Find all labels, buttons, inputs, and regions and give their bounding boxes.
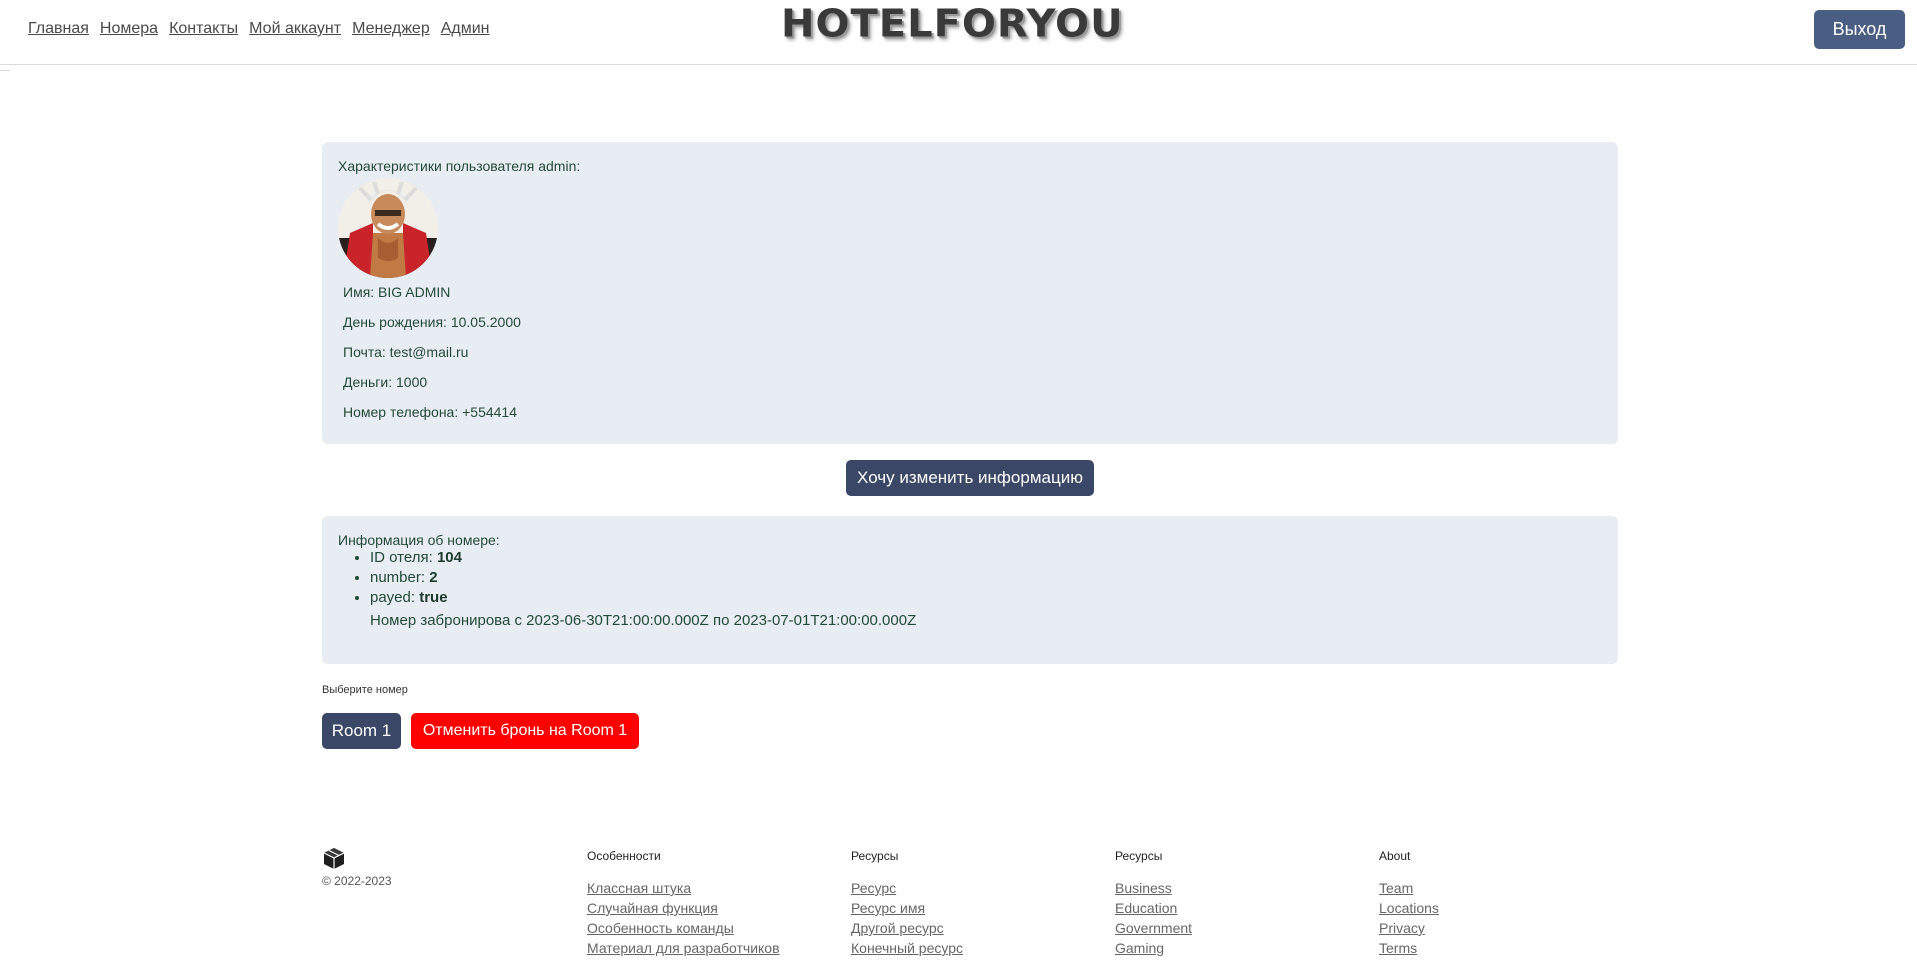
footer-column-about: About Team Locations Privacy Terms xyxy=(1379,849,1599,959)
room-number-label: number: xyxy=(370,569,430,586)
list-item: ID отеля: 104 xyxy=(370,548,462,568)
room-select-button[interactable]: Room 1 xyxy=(322,713,401,749)
room-info-list: ID отеля: 104 number: 2 payed: true xyxy=(338,548,462,608)
room-info-title: Информация об номере: xyxy=(338,532,500,548)
cancel-booking-button[interactable]: Отменить бронь на Room 1 xyxy=(411,713,639,749)
footer-link[interactable]: Team xyxy=(1379,879,1599,899)
nav-link-admin[interactable]: Админ xyxy=(441,20,490,38)
room-number-value: 2 xyxy=(429,569,438,586)
footer-link[interactable]: Gaming xyxy=(1115,939,1335,959)
footer-column-title: Ресурсы xyxy=(1115,849,1163,863)
top-header: Главная Номера Контакты Мой аккаунт Мене… xyxy=(0,0,1917,65)
user-phone: Номер телефона: +554414 xyxy=(343,404,518,420)
nav-link-home[interactable]: Главная xyxy=(28,20,89,38)
user-fields: Имя: BIG ADMIN День рождения: 10.05.2000… xyxy=(343,284,521,434)
footer-link[interactable]: Ресурс xyxy=(851,879,1071,899)
nav-link-manager[interactable]: Менеджер xyxy=(352,20,430,38)
cube-icon[interactable] xyxy=(322,846,346,875)
list-item: number: 2 xyxy=(370,568,462,588)
user-info-panel: Характеристики пользователя admin: Имя: … xyxy=(322,142,1618,444)
logout-button[interactable]: Выход xyxy=(1814,10,1905,49)
user-info-title: Характеристики пользователя admin: xyxy=(338,158,581,174)
room-payed-label: payed: xyxy=(370,589,420,606)
choose-room-label: Выберите номер xyxy=(322,684,408,696)
room-info-panel: Информация об номере: ID отеля: 104 numb… xyxy=(322,516,1618,664)
footer-link[interactable]: Locations xyxy=(1379,899,1599,919)
avatar-image xyxy=(338,178,438,278)
user-email: Почта: test@mail.ru xyxy=(343,344,469,360)
main-nav: Главная Номера Контакты Мой аккаунт Мене… xyxy=(28,20,490,38)
footer-link[interactable]: Ресурс имя xyxy=(851,899,1071,919)
header-divider xyxy=(0,70,10,71)
footer-column-title: Ресурсы xyxy=(851,849,899,863)
footer-column-resources-2: Ресурсы Business Education Government Ga… xyxy=(1115,849,1335,959)
nav-link-contacts[interactable]: Контакты xyxy=(169,20,238,38)
list-item: payed: true xyxy=(370,588,462,608)
footer-link[interactable]: Privacy xyxy=(1379,919,1599,939)
footer-link[interactable]: Terms xyxy=(1379,939,1599,959)
avatar xyxy=(338,178,438,278)
footer-link[interactable]: Конечный ресурс xyxy=(851,939,1071,959)
footer-link[interactable]: Другой ресурс xyxy=(851,919,1071,939)
room-hotel-id-label: ID отеля: xyxy=(370,549,437,566)
nav-link-rooms[interactable]: Номера xyxy=(100,20,158,38)
booking-dates: Номер забронирова с 2023-06-30T21:00:00.… xyxy=(370,612,917,629)
user-money: Деньги: 1000 xyxy=(343,374,428,390)
room-payed-value: true xyxy=(419,589,448,606)
nav-link-my-account[interactable]: Мой аккаунт xyxy=(249,20,341,38)
footer-link[interactable]: Education xyxy=(1115,899,1335,919)
footer-link[interactable]: Материал для разработчиков xyxy=(587,939,807,959)
footer-link[interactable]: Business xyxy=(1115,879,1335,899)
footer-column-title: Особенности xyxy=(587,849,661,863)
copyright-text: © 2022-2023 xyxy=(322,874,392,888)
footer-column-title: About xyxy=(1379,849,1411,863)
footer-link[interactable]: Особенность команды xyxy=(587,919,807,939)
user-birthday: День рождения: 10.05.2000 xyxy=(343,314,521,330)
site-logo[interactable]: HOTELFORYOU xyxy=(781,2,1124,46)
footer-link[interactable]: Случайная функция xyxy=(587,899,807,919)
room-hotel-id-value: 104 xyxy=(436,549,462,566)
footer-link[interactable]: Government xyxy=(1115,919,1335,939)
footer-link[interactable]: Классная штука xyxy=(587,879,807,899)
footer-column-features: Особенности Классная штука Случайная фун… xyxy=(587,849,807,959)
user-name: Имя: BIG ADMIN xyxy=(343,284,451,300)
footer-column-resources: Ресурсы Ресурс Ресурс имя Другой ресурс … xyxy=(851,849,1071,959)
edit-info-button[interactable]: Хочу изменить информацию xyxy=(846,460,1094,496)
